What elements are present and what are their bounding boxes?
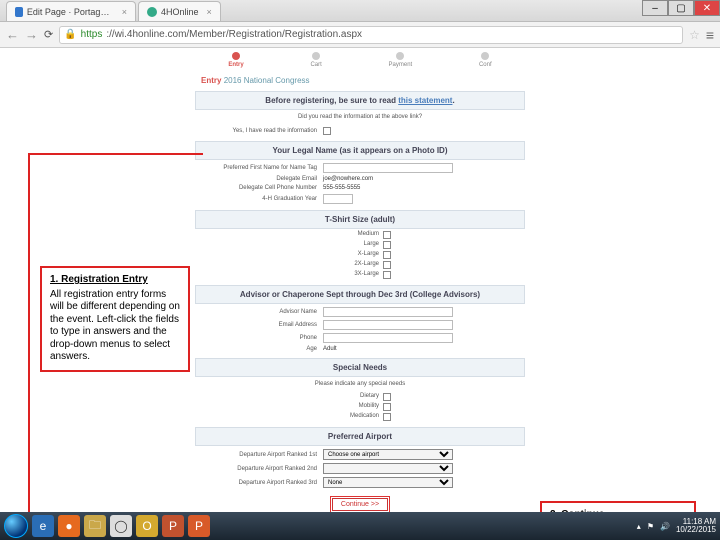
entry-title-event: 2016 National Congress (224, 76, 310, 85)
step-label: Entry (228, 62, 243, 68)
preferred-name-input[interactable] (323, 163, 453, 173)
yes-read-checkbox[interactable] (323, 127, 331, 135)
window-minimize-button[interactable]: – (642, 0, 668, 16)
size-medium-checkbox[interactable] (383, 231, 391, 239)
taskbar-ie-icon[interactable]: e (32, 515, 54, 537)
tray-volume-icon[interactable]: 🔊 (660, 522, 670, 531)
system-tray: ▴ ⚑ 🔊 11:18 AM 10/22/2015 (637, 518, 716, 535)
grad-year-input[interactable] (323, 194, 353, 204)
size-large-checkbox[interactable] (383, 241, 391, 249)
advisor-email-input[interactable] (323, 320, 453, 330)
airport-2-select[interactable] (323, 463, 453, 474)
entry-title-prefix: Entry (201, 76, 221, 85)
size-2xlarge-checkbox[interactable] (383, 261, 391, 269)
annotation-line (28, 153, 30, 512)
window-maximize-button[interactable]: ▢ (668, 0, 694, 16)
special-dietary-checkbox[interactable] (383, 393, 391, 401)
delegate-phone-value: 555-555-5555 (323, 185, 517, 191)
lock-icon: 🔒 (64, 29, 76, 40)
taskbar-chrome-icon[interactable]: ◯ (110, 515, 132, 537)
advisor-name-input[interactable] (323, 307, 453, 317)
tray-up-icon[interactable]: ▴ (637, 522, 641, 531)
url-rest: ://wi.4honline.com/Member/Registration/R… (106, 29, 362, 40)
progress-steps: Entry Cart Payment Conf (195, 52, 525, 68)
size-3xlarge-checkbox[interactable] (383, 271, 391, 279)
step-dot (312, 52, 320, 60)
taskbar-explorer-icon[interactable]: 🗀 (84, 515, 106, 537)
delegate-email-value: joe@nowhere.com (323, 176, 517, 182)
yes-read-label: Yes, I have read the information (203, 128, 323, 134)
menu-icon[interactable]: ≡ (706, 27, 714, 43)
browser-tab[interactable]: 4HOnline × (138, 1, 221, 21)
continue-button[interactable]: Continue >> (332, 498, 388, 511)
browser-chrome: Edit Page · Portage Coun... × 4HOnline ×… (0, 0, 720, 48)
close-icon[interactable]: × (122, 7, 127, 17)
this-statement-link[interactable]: this statement (398, 96, 452, 105)
annotation-line (28, 153, 203, 155)
step-dot (232, 52, 240, 60)
step-label: Payment (389, 62, 413, 68)
advisor-age-value: Adult (323, 346, 517, 352)
airport-1-select[interactable]: Choose one airport (323, 449, 453, 460)
continue-highlight: Continue >> (330, 496, 390, 512)
page-content: Entry Cart Payment Conf Entry 2016 Natio… (0, 48, 720, 512)
callout-continue: 2. Continue When you have entered all re… (540, 501, 696, 512)
callout-title: 1. Registration Entry (50, 274, 180, 287)
advisor-phone-input[interactable] (323, 333, 453, 343)
section-header-statement: Before registering, be sure to read this… (195, 91, 525, 110)
taskbar-powerpoint-icon[interactable]: P (162, 515, 184, 537)
url-field[interactable]: 🔒 https://wi.4honline.com/Member/Registr… (59, 26, 683, 44)
taskbar-outlook-icon[interactable]: O (136, 515, 158, 537)
section-header-special: Special Needs (195, 358, 525, 377)
statement-question: Did you read the information at the abov… (195, 110, 525, 124)
size-xlarge-checkbox[interactable] (383, 251, 391, 259)
favicon-icon (147, 7, 157, 17)
tab-label: Edit Page · Portage Coun... (27, 7, 114, 17)
step-dot (396, 52, 404, 60)
bookmark-icon[interactable]: ☆ (689, 28, 700, 42)
address-bar: ← → ⟳ 🔒 https://wi.4honline.com/Member/R… (0, 22, 720, 48)
section-header-name: Your Legal Name (as it appears on a Phot… (195, 141, 525, 160)
favicon-icon (15, 7, 23, 17)
tray-flag-icon[interactable]: ⚑ (647, 522, 654, 531)
close-icon[interactable]: × (207, 7, 212, 17)
back-button[interactable]: ← (6, 27, 19, 42)
special-medication-checkbox[interactable] (383, 413, 391, 421)
start-button[interactable] (4, 514, 28, 538)
tab-strip: Edit Page · Portage Coun... × 4HOnline × (0, 0, 720, 22)
section-header-advisor: Advisor or Chaperone Sept through Dec 3r… (195, 285, 525, 304)
section-header-tshirt: T-Shirt Size (adult) (195, 210, 525, 229)
taskbar-clock[interactable]: 11:18 AM 10/22/2015 (676, 518, 716, 535)
registration-form: Entry Cart Payment Conf Entry 2016 Natio… (195, 48, 525, 512)
entry-title: Entry 2016 National Congress (201, 76, 525, 85)
url-https: https (81, 29, 103, 40)
section-header-airport: Preferred Airport (195, 427, 525, 446)
special-mobility-checkbox[interactable] (383, 403, 391, 411)
airport-3-select[interactable]: None (323, 477, 453, 488)
step-label: Conf (479, 62, 492, 68)
callout-title: 2. Continue (550, 509, 686, 512)
forward-button[interactable]: → (25, 27, 38, 42)
step-label: Cart (310, 62, 321, 68)
window-close-button[interactable]: ✕ (694, 0, 720, 16)
tab-label: 4HOnline (161, 7, 199, 17)
reload-button[interactable]: ⟳ (44, 28, 53, 41)
callout-body: All registration entry forms will be dif… (50, 289, 180, 364)
taskbar-firefox-icon[interactable]: ● (58, 515, 80, 537)
clock-date: 10/22/2015 (676, 526, 716, 534)
special-subtext: Please indicate any special needs (195, 377, 525, 391)
browser-tab[interactable]: Edit Page · Portage Coun... × (6, 1, 136, 21)
taskbar-powerpoint2-icon[interactable]: P (188, 515, 210, 537)
step-dot (481, 52, 489, 60)
taskbar: e ● 🗀 ◯ O P P ▴ ⚑ 🔊 11:18 AM 10/22/2015 (0, 512, 720, 540)
callout-registration-entry: 1. Registration Entry All registration e… (40, 266, 190, 372)
